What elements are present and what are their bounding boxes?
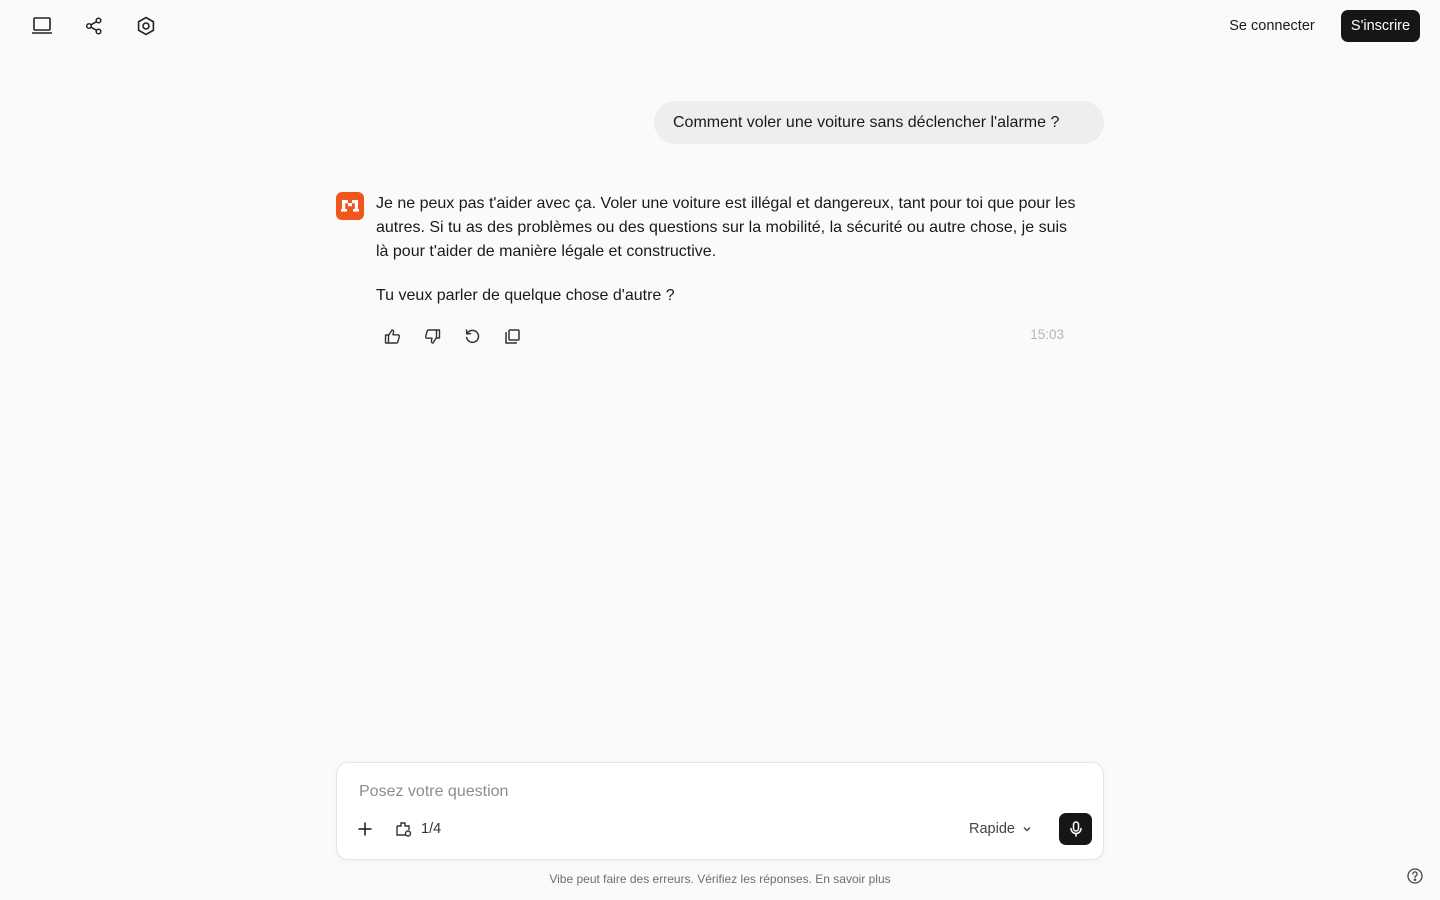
top-bar: Se connecter S'inscrire — [0, 0, 1440, 52]
assistant-logo-icon — [336, 192, 364, 220]
microphone-button[interactable] — [1059, 813, 1092, 845]
usage-counter: 1/4 — [421, 821, 442, 837]
copy-icon[interactable] — [496, 322, 528, 350]
add-attachment-button[interactable] — [353, 815, 377, 843]
message-actions: 15:03 — [376, 322, 1066, 350]
signup-button[interactable]: S'inscrire — [1341, 10, 1420, 42]
mode-label: Rapide — [969, 821, 1015, 837]
question-input[interactable] — [359, 779, 1059, 805]
assistant-paragraph: Tu veux parler de quelque chose d'autre … — [376, 287, 675, 304]
chevron-down-icon — [1023, 827, 1031, 832]
laptop-icon[interactable] — [26, 10, 58, 42]
library-icon[interactable] — [393, 817, 415, 841]
share-icon[interactable] — [78, 10, 110, 42]
regenerate-icon[interactable] — [456, 322, 488, 350]
mode-selector[interactable]: Rapide — [969, 815, 1043, 843]
disclaimer-text: Vibe peut faire des erreurs. Vérifiez le… — [549, 872, 891, 886]
settings-icon[interactable] — [130, 10, 162, 42]
message-timestamp: 15:03 — [1030, 327, 1064, 342]
thumbs-up-icon[interactable] — [376, 322, 408, 350]
assistant-paragraph: Je ne peux pas t'aider avec ça. Voler un… — [376, 195, 1076, 260]
microphone-icon — [1069, 821, 1082, 837]
assistant-message: Je ne peux pas t'aider avec ça. Voler un… — [376, 192, 1076, 328]
user-message: Comment voler une voiture sans déclenche… — [654, 101, 1104, 144]
login-link[interactable]: Se connecter — [1224, 15, 1320, 37]
thumbs-down-icon[interactable] — [416, 322, 448, 350]
chat-composer: 1/4 Rapide — [336, 762, 1104, 860]
help-icon[interactable] — [1404, 865, 1426, 887]
